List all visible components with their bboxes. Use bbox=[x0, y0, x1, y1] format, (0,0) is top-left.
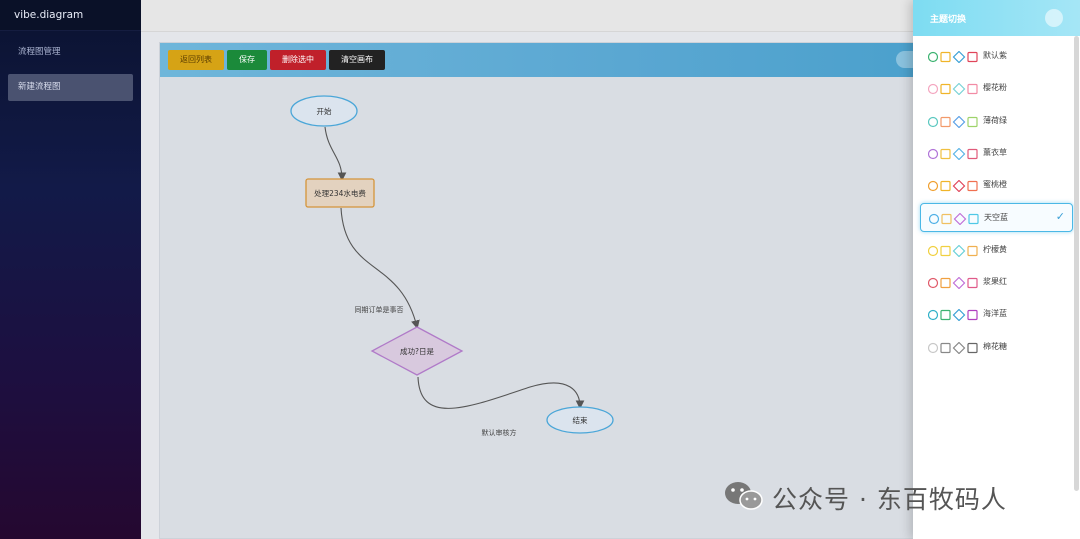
swatch-square bbox=[940, 84, 951, 95]
theme-swatches bbox=[929, 213, 979, 226]
swatch-box bbox=[967, 116, 978, 127]
theme-option[interactable]: 浆果红 bbox=[920, 268, 1073, 297]
swatch-circle bbox=[928, 310, 939, 321]
theme-panel-scrollbar[interactable] bbox=[1074, 36, 1079, 491]
theme-option[interactable]: 柠檬黄 bbox=[920, 236, 1073, 265]
theme-name: 薄荷绿 bbox=[983, 115, 1007, 125]
swatch-box bbox=[967, 245, 978, 256]
theme-name: 默认紫 bbox=[983, 51, 1007, 60]
theme-option[interactable]: 薰衣草 bbox=[920, 139, 1073, 168]
swatch-diamond bbox=[952, 277, 966, 290]
swatch-circle bbox=[928, 116, 939, 127]
theme-swatches bbox=[928, 341, 978, 354]
edge-label-decision-end: 默认审核方 bbox=[482, 428, 517, 437]
theme-option[interactable]: 薄荷绿 bbox=[920, 107, 1073, 136]
swatch-diamond bbox=[952, 180, 966, 193]
close-icon[interactable] bbox=[1045, 9, 1063, 27]
edge-start-to-process[interactable] bbox=[324, 126, 347, 182]
node-decision-label: 成功?日是 bbox=[400, 346, 434, 356]
swatch-square bbox=[940, 51, 951, 63]
theme-swatches bbox=[928, 180, 978, 193]
swatch-square bbox=[941, 214, 952, 225]
theme-option[interactable]: 默认紫 bbox=[920, 42, 1073, 71]
swatch-circle bbox=[928, 84, 939, 95]
theme-name: 蜜桃橙 bbox=[983, 180, 1007, 190]
swatch-box bbox=[967, 342, 978, 353]
theme-name: 柠檬黄 bbox=[983, 244, 1007, 254]
swatch-circle bbox=[929, 214, 940, 225]
flow-canvas[interactable]: 同期订单是事否 默认审核方 开始 处理234水电费 成功?日是 结束 bbox=[160, 77, 938, 538]
node-process-label: 处理234水电费 bbox=[314, 188, 366, 198]
theme-name: 天空蓝 bbox=[984, 213, 1008, 223]
theme-swatches bbox=[928, 244, 978, 257]
theme-swatches bbox=[928, 83, 978, 96]
swatch-diamond bbox=[952, 309, 966, 322]
theme-option[interactable]: 海洋蓝 bbox=[920, 300, 1073, 329]
edge-label-process-decision: 同期订单是事否 bbox=[355, 305, 404, 314]
swatch-diamond bbox=[953, 213, 967, 226]
theme-name: 棉花糖 bbox=[983, 341, 1007, 351]
node-start-label: 开始 bbox=[317, 106, 332, 116]
theme-swatches bbox=[928, 51, 978, 63]
theme-swatches bbox=[928, 277, 978, 290]
swatch-square bbox=[940, 245, 951, 256]
watermark-text: 公众号 · 东百牧码人 bbox=[772, 485, 1007, 514]
sidebar: vibe.diagram 流程图管理 新建流程图 bbox=[0, 0, 141, 539]
swatch-circle bbox=[928, 51, 939, 63]
sidebar-item-new-flow[interactable]: 新建流程图 bbox=[8, 74, 133, 101]
wechat-icon bbox=[725, 482, 763, 510]
swatch-diamond bbox=[952, 341, 966, 354]
swatch-box bbox=[967, 310, 978, 321]
swatch-circle bbox=[928, 148, 939, 159]
theme-name: 海洋蓝 bbox=[983, 309, 1007, 319]
editor-card: 返回列表 保存 删除选中 清空画布 同期订单是事否 默认审核方 开始 处理234… bbox=[159, 42, 939, 539]
swatch-square bbox=[940, 116, 951, 127]
swatch-square bbox=[940, 148, 951, 159]
swatch-box bbox=[967, 277, 978, 289]
node-end-label: 结束 bbox=[573, 415, 588, 425]
swatch-box bbox=[967, 148, 978, 159]
theme-swatches bbox=[928, 309, 978, 322]
swatch-square bbox=[940, 342, 951, 353]
back-to-list-button[interactable]: 返回列表 bbox=[168, 50, 224, 70]
swatch-circle bbox=[928, 342, 939, 353]
clear-canvas-button[interactable]: 清空画布 bbox=[329, 50, 385, 70]
save-button[interactable]: 保存 bbox=[227, 50, 267, 70]
swatch-circle bbox=[928, 245, 939, 256]
theme-option[interactable]: 樱花粉 bbox=[920, 74, 1073, 103]
swatch-diamond bbox=[952, 147, 966, 160]
swatch-circle bbox=[928, 181, 939, 192]
edge-decision-to-end[interactable] bbox=[417, 376, 585, 410]
theme-swatches bbox=[928, 147, 978, 160]
theme-name: 浆果红 bbox=[983, 277, 1007, 287]
theme-option[interactable]: 天空蓝 ✓ bbox=[920, 203, 1073, 233]
app-brand: vibe.diagram bbox=[0, 0, 141, 31]
swatch-diamond bbox=[952, 115, 966, 128]
swatch-square bbox=[940, 277, 951, 289]
delete-selected-button[interactable]: 删除选中 bbox=[270, 50, 326, 70]
swatch-circle bbox=[928, 277, 939, 289]
swatch-diamond bbox=[952, 244, 966, 257]
swatch-box bbox=[967, 181, 978, 192]
swatch-square bbox=[940, 181, 951, 192]
swatch-box bbox=[968, 214, 979, 225]
check-icon: ✓ bbox=[1055, 210, 1065, 224]
theme-option[interactable]: 棉花糖 bbox=[920, 333, 1073, 362]
theme-option[interactable]: 蜜桃橙 bbox=[920, 171, 1073, 200]
theme-name: 薰衣草 bbox=[983, 147, 1007, 157]
swatch-diamond bbox=[952, 83, 966, 96]
swatch-box bbox=[967, 84, 978, 95]
theme-swatches bbox=[928, 115, 978, 128]
editor-toolbar: 返回列表 保存 删除选中 清空画布 bbox=[160, 43, 938, 77]
swatch-box bbox=[967, 51, 978, 63]
watermark: 公众号 · 东百牧码人 bbox=[722, 478, 1052, 514]
swatch-square bbox=[940, 310, 951, 321]
theme-panel-header: 主题切换 bbox=[913, 0, 1080, 36]
sidebar-item-flow-management[interactable]: 流程图管理 bbox=[8, 39, 133, 66]
theme-panel: 主题切换 默认紫樱花粉薄荷绿薰衣草蜜桃橙天空蓝 ✓ 柠檬黄浆果红海洋蓝棉花糖 bbox=[913, 0, 1080, 539]
swatch-diamond bbox=[952, 51, 966, 63]
theme-panel-title: 主题切换 bbox=[930, 15, 967, 25]
theme-name: 樱花粉 bbox=[983, 83, 1007, 93]
theme-list: 默认紫樱花粉薄荷绿薰衣草蜜桃橙天空蓝 ✓ 柠檬黄浆果红海洋蓝棉花糖 bbox=[913, 36, 1080, 362]
